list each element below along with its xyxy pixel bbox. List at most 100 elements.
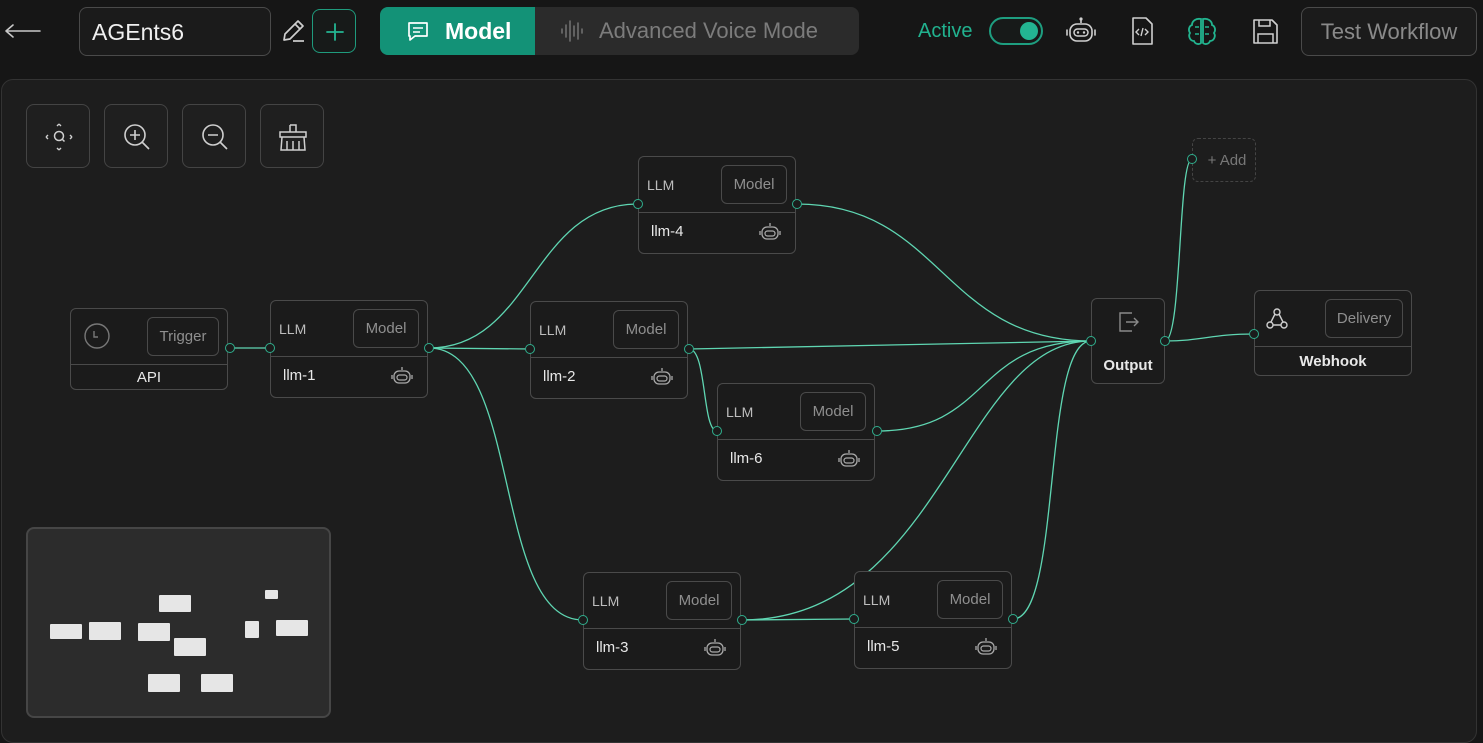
node-llm-3-type: LLM — [592, 593, 620, 609]
zoom-in-icon — [124, 124, 150, 150]
port-output-out[interactable] — [1160, 336, 1170, 346]
fit-view-button[interactable] — [26, 104, 90, 168]
port-llm-2-in[interactable] — [525, 344, 535, 354]
edge-llm1-llm2 — [428, 347, 531, 350]
minimap-node — [201, 674, 233, 692]
edge-llm2-llm6 — [688, 348, 718, 432]
node-webhook-header: Delivery — [1255, 291, 1411, 347]
node-llm-2-header: LLM Model — [531, 302, 687, 358]
code-file-icon[interactable] — [1125, 14, 1159, 48]
port-llm-5-out[interactable] — [1008, 614, 1018, 624]
node-llm-1-type: LLM — [279, 321, 307, 337]
node-llm-2[interactable]: LLM Model llm-2 — [530, 301, 688, 399]
node-output-header — [1092, 299, 1164, 343]
node-llm-4[interactable]: LLM Model llm-4 — [638, 156, 796, 254]
workflow-name-field[interactable]: AGEnts6 — [79, 7, 271, 56]
zoom-out-button[interactable] — [182, 104, 246, 168]
test-workflow-button[interactable]: Test Workflow — [1301, 7, 1477, 56]
port-llm-4-in[interactable] — [633, 199, 643, 209]
node-webhook-name: Webhook — [1299, 353, 1367, 370]
port-llm-5-in[interactable] — [849, 614, 859, 624]
robot-icon — [975, 638, 997, 655]
node-llm-6[interactable]: LLM Model llm-6 — [717, 383, 875, 481]
node-llm-3[interactable]: LLM Model llm-3 — [583, 572, 741, 670]
node-webhook[interactable]: Delivery Webhook — [1254, 290, 1412, 376]
node-llm-4-name: llm-4 — [651, 223, 684, 240]
robot-icon — [838, 450, 860, 467]
node-llm-6-name: llm-6 — [730, 450, 763, 467]
node-llm-1-pill: Model — [353, 309, 419, 348]
robot-icon — [759, 223, 781, 240]
node-llm-2-type: LLM — [539, 322, 567, 338]
toggle-knob — [1020, 22, 1038, 40]
fit-view-icon — [45, 123, 73, 151]
node-api-header: Trigger — [71, 309, 227, 365]
top-bar: AGEnts6 Model Advanced Voice Mode Active… — [0, 0, 1483, 64]
node-llm-6-type: LLM — [726, 404, 754, 420]
minimap[interactable] — [26, 527, 331, 718]
minimap-node — [276, 620, 308, 636]
node-llm-5-header: LLM Model — [855, 572, 1011, 628]
edit-icon[interactable] — [276, 14, 310, 48]
port-llm-4-out[interactable] — [792, 199, 802, 209]
clear-canvas-button[interactable] — [260, 104, 324, 168]
node-llm-2-name: llm-2 — [543, 368, 576, 385]
edge-output-add — [1164, 158, 1193, 342]
node-llm-1[interactable]: LLM Model llm-1 — [270, 300, 428, 398]
plus-icon — [326, 23, 344, 41]
tab-model[interactable]: Model — [380, 7, 535, 55]
node-webhook-footer: Webhook — [1255, 347, 1411, 375]
port-api-out[interactable] — [225, 343, 235, 353]
mode-toggle: Model Advanced Voice Mode — [380, 7, 859, 55]
zoom-out-icon — [202, 124, 228, 150]
node-llm-5-type: LLM — [863, 592, 891, 608]
add-node-button[interactable]: + Add — [1192, 138, 1256, 182]
node-output-name: Output — [1103, 357, 1153, 374]
node-llm-5-footer: llm-5 — [855, 628, 1011, 668]
port-llm-1-in[interactable] — [265, 343, 275, 353]
export-icon — [1119, 312, 1139, 332]
add-button[interactable] — [312, 9, 356, 53]
node-llm-1-name: llm-1 — [283, 367, 316, 384]
node-llm-3-name: llm-3 — [596, 639, 629, 656]
minimap-node — [89, 622, 121, 640]
node-llm-2-footer: llm-2 — [531, 358, 687, 398]
save-icon[interactable] — [1248, 14, 1282, 48]
node-llm-1-footer: llm-1 — [271, 357, 427, 397]
node-llm-5[interactable]: LLM Model llm-5 — [854, 571, 1012, 669]
broom-icon — [279, 124, 307, 151]
chat-icon — [408, 22, 428, 41]
port-webhook-in[interactable] — [1249, 329, 1259, 339]
robot-icon — [651, 368, 673, 385]
tab-advanced-voice-mode[interactable]: Advanced Voice Mode — [535, 7, 859, 55]
edge-llm5-output — [1012, 340, 1092, 620]
status-label: Active — [918, 20, 973, 42]
brain-icon[interactable] — [1185, 14, 1219, 48]
port-llm-1-out[interactable] — [424, 343, 434, 353]
minimap-node — [148, 674, 180, 692]
workflow-canvas[interactable]: Trigger API LLM Model llm-1 LLM Model ll… — [1, 79, 1477, 743]
port-llm-3-in[interactable] — [578, 615, 588, 625]
node-llm-4-header: LLM Model — [639, 157, 795, 213]
port-llm-6-in[interactable] — [712, 426, 722, 436]
zoom-in-button[interactable] — [104, 104, 168, 168]
port-llm-2-out[interactable] — [684, 344, 694, 354]
port-add-in[interactable] — [1187, 154, 1197, 164]
minimap-node — [138, 623, 170, 641]
port-output-in[interactable] — [1086, 336, 1096, 346]
port-llm-6-out[interactable] — [872, 426, 882, 436]
node-llm-6-footer: llm-6 — [718, 440, 874, 480]
edge-llm2-output — [688, 340, 1092, 350]
node-llm-3-header: LLM Model — [584, 573, 740, 629]
port-llm-3-out[interactable] — [737, 615, 747, 625]
back-arrow-icon[interactable] — [2, 18, 42, 44]
minimap-node — [265, 590, 278, 599]
active-toggle[interactable] — [989, 17, 1043, 45]
node-output[interactable]: Output — [1091, 298, 1165, 384]
node-api[interactable]: Trigger API — [70, 308, 228, 390]
node-llm-3-pill: Model — [666, 581, 732, 620]
minimap-node — [245, 621, 259, 638]
node-llm-1-header: LLM Model — [271, 301, 427, 357]
tab-advanced-voice-mode-label: Advanced Voice Mode — [599, 18, 818, 43]
robot-icon[interactable] — [1064, 14, 1098, 48]
